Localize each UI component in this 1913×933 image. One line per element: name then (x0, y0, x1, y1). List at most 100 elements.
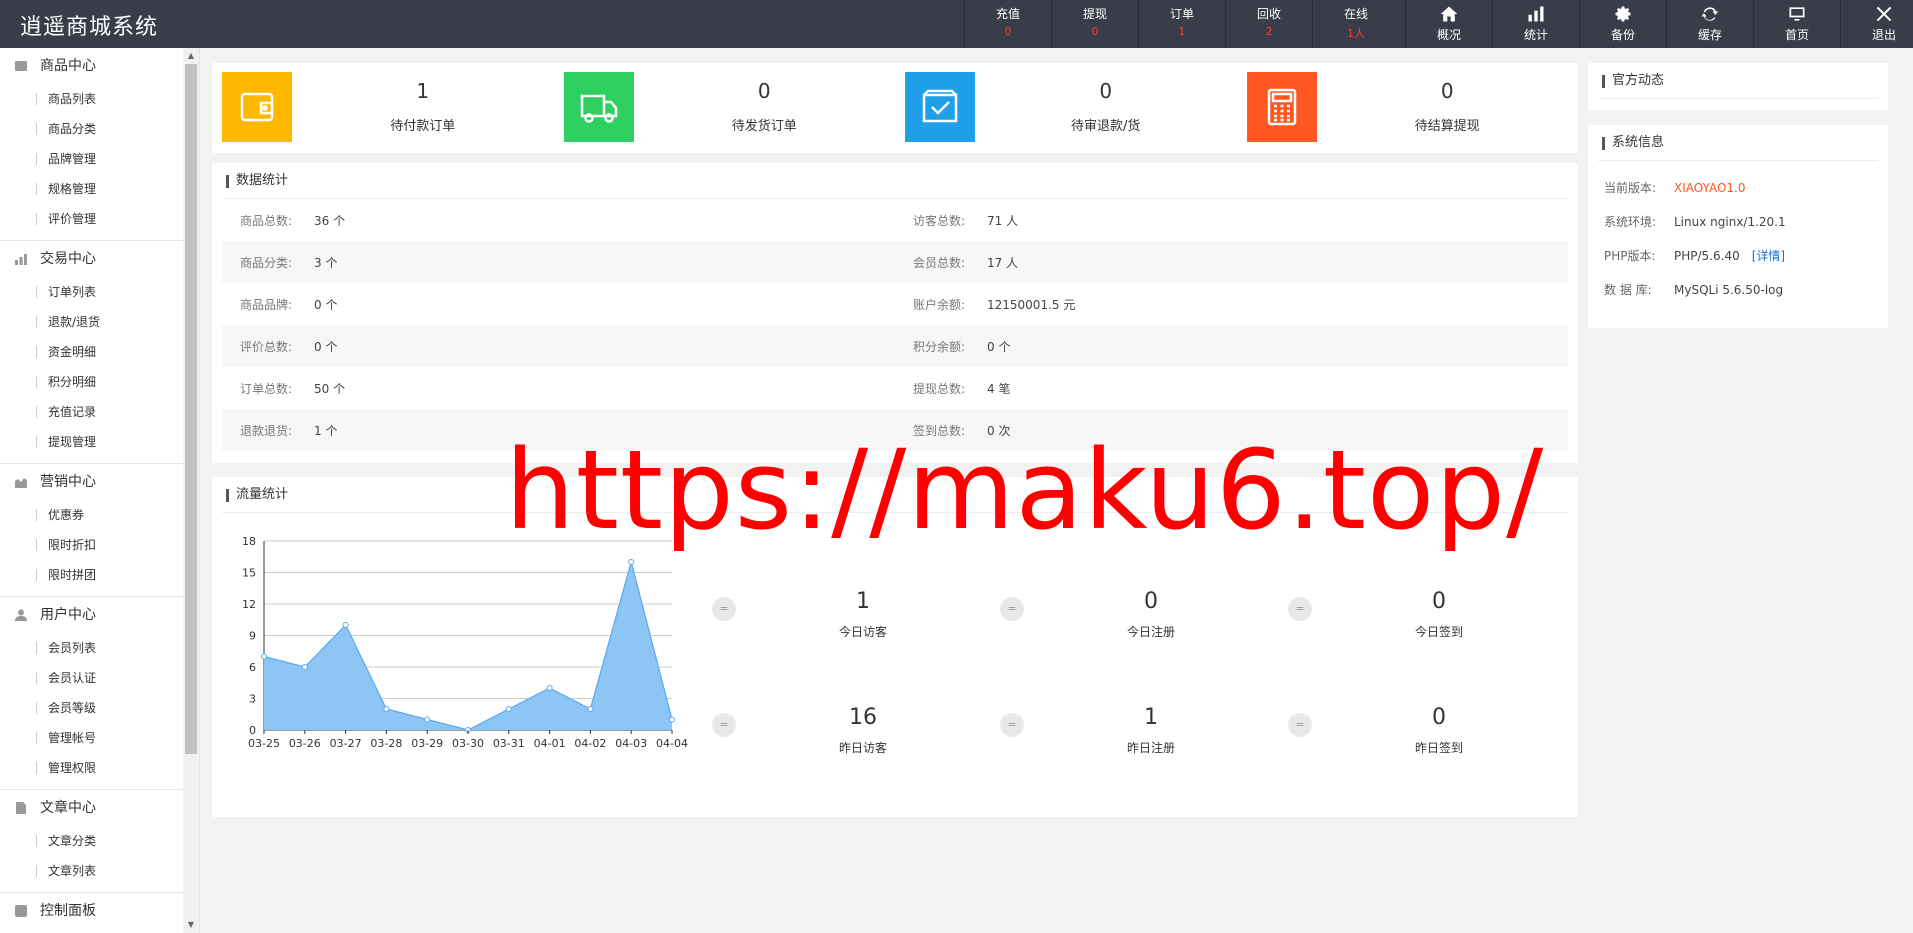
equals-icon: = (1000, 597, 1024, 621)
overview-button[interactable]: 概况 (1405, 0, 1492, 48)
marketing-chart-icon (14, 475, 28, 489)
sidebar-item-member-list[interactable]: 会员列表 (0, 633, 199, 663)
data-stats-title: 数据统计 (222, 163, 1568, 199)
info-value: PHP/5.6.40 (1674, 249, 1740, 263)
sidebar-item-coupon[interactable]: 优惠券 (0, 500, 199, 530)
stat-cell: 积分余额: 0 个 (895, 338, 1568, 355)
stat-val: 0 个 (314, 339, 338, 354)
sidebar-scrollbar[interactable]: ▲ ▼ (183, 48, 199, 933)
sidebar-item-withdraw[interactable]: 提现管理 (0, 427, 199, 457)
sidebar-item-spec[interactable]: 规格管理 (0, 174, 199, 204)
sidebar-item-brand[interactable]: 品牌管理 (0, 144, 199, 174)
stat-value: 0 (1004, 25, 1012, 38)
x-tick-label: 03-30 (452, 737, 484, 750)
nav-group-control: 控制面板 (0, 893, 199, 933)
php-details-link[interactable]: [详情] (1752, 239, 1785, 273)
cache-button[interactable]: 缓存 (1666, 0, 1753, 48)
stat-key: 商品品牌: (240, 297, 293, 312)
card-pending-payment[interactable]: 1 待付款订单 (212, 63, 554, 153)
metric-label: 今日注册 (1126, 625, 1175, 639)
data-row: 评价总数: 0 个 积分余额: 0 个 (222, 325, 1568, 367)
nav-title-trade[interactable]: 交易中心 (0, 241, 199, 277)
stat-val: 36 个 (314, 213, 346, 228)
scroll-down-arrow-icon[interactable]: ▼ (186, 920, 196, 930)
nav-title-marketing[interactable]: 营销中心 (0, 464, 199, 500)
homepage-button[interactable]: 首页 (1753, 0, 1840, 48)
sidebar-item-admin-account[interactable]: 管理帐号 (0, 723, 199, 753)
logout-button[interactable]: 退出 (1840, 0, 1913, 48)
sidebar-item-admin-permission[interactable]: 管理权限 (0, 753, 199, 783)
stat-cell: 会员总数: 17 人 (895, 254, 1568, 271)
backup-button[interactable]: 备份 (1579, 0, 1666, 48)
metric-value: 1 (1144, 705, 1158, 730)
equals-icon: = (1288, 713, 1312, 737)
info-key: 数 据 库: (1604, 283, 1652, 297)
app-title: 逍遥商城系统 (20, 15, 159, 40)
document-icon (14, 801, 28, 815)
summary-cards: 1 待付款订单 0 待发货订单 0 待审退款/货 0 待结算提现 (212, 63, 1578, 153)
sidebar-item-refund[interactable]: 退款/退货 (0, 307, 199, 337)
x-tick-label: 03-26 (289, 737, 321, 750)
data-point (628, 559, 635, 565)
info-row-db: 数 据 库: MySQLi 5.6.50-log (1588, 273, 1888, 307)
sidebar-item-goods-list[interactable]: 商品列表 (0, 84, 199, 114)
card-pending-shipment[interactable]: 0 待发货订单 (554, 63, 896, 153)
metric-label: 今日签到 (1414, 625, 1463, 639)
stat-cell: 账户余额: 12150001.5 元 (895, 296, 1568, 313)
nav-group-trade: 交易中心 订单列表 退款/退货 资金明细 积分明细 充值记录 提现管理 (0, 241, 199, 464)
nav-title-goods[interactable]: 商品中心 (0, 48, 199, 84)
sidebar-item-goods-category[interactable]: 商品分类 (0, 114, 199, 144)
metric-label: 昨日访客 (838, 741, 887, 755)
system-info-title: 系统信息 (1598, 125, 1878, 161)
info-row-version: 当前版本: XIAOYAO1.0 (1588, 171, 1888, 205)
statistics-button[interactable]: 统计 (1492, 0, 1579, 48)
logout-label: 退出 (1871, 28, 1896, 42)
card-pending-settlement[interactable]: 0 待结算提现 (1237, 63, 1579, 153)
data-stats-panel: 数据统计 商品总数: 36 个 访客总数: 71 人 商品分类: 3 个 会员总数: 1… (212, 163, 1578, 463)
data-point (505, 706, 512, 712)
system-info-rows: 当前版本: XIAOYAO1.0 系统环境: Linux nginx/1.20.1 … (1588, 161, 1888, 307)
nav-group-goods: 商品中心 商品列表 商品分类 品牌管理 规格管理 评价管理 (0, 48, 199, 241)
x-tick-label: 04-01 (534, 737, 566, 750)
card-pending-refund[interactable]: 0 待审退款/货 (895, 63, 1237, 153)
sidebar-item-member-level[interactable]: 会员等级 (0, 693, 199, 723)
metric-today-visitors: = 1 今日访客 (702, 567, 990, 647)
y-tick-label: 6 (249, 661, 256, 674)
sidebar-item-funds[interactable]: 资金明细 (0, 337, 199, 367)
x-tick-label: 03-29 (411, 737, 443, 750)
nav-group-marketing: 营销中心 优惠券 限时折扣 限时拼团 (0, 464, 199, 597)
scroll-thumb[interactable] (185, 64, 197, 754)
equals-icon: = (712, 597, 736, 621)
sidebar-item-member-verify[interactable]: 会员认证 (0, 663, 199, 693)
nav-title-label: 控制面板 (40, 903, 96, 919)
scroll-up-arrow-icon[interactable]: ▲ (186, 51, 196, 61)
nav-title-user[interactable]: 用户中心 (0, 597, 199, 633)
stat-label: 回收 (1256, 7, 1281, 21)
sidebar-item-points[interactable]: 积分明细 (0, 367, 199, 397)
stat-cell: 商品品牌: 0 个 (222, 296, 895, 313)
nav-title-label: 营销中心 (40, 474, 96, 490)
wallet-icon (222, 72, 292, 142)
nav-title-article[interactable]: 文章中心 (0, 790, 199, 826)
sidebar-item-recharge[interactable]: 充值记录 (0, 397, 199, 427)
stat-cell: 商品总数: 36 个 (222, 212, 895, 229)
sidebar-item-order-list[interactable]: 订单列表 (0, 277, 199, 307)
nav-title-control[interactable]: 控制面板 (0, 893, 199, 929)
stat-val: 4 笔 (987, 381, 1011, 396)
sidebar-item-article-category[interactable]: 文章分类 (0, 826, 199, 856)
metric-value: 0 (1432, 705, 1446, 730)
top-stats: 充值 0 提现 0 订单 1 回收 2 在线 1人 (964, 0, 1399, 48)
stat-value: 1人 (1347, 27, 1365, 40)
flow-metrics: = 1 今日访客 = 0 今日注册 = 0 今日签到 = 16 昨日访客 = 1… (692, 527, 1572, 807)
metric-value: 0 (1144, 589, 1158, 614)
bar-chart-icon (1528, 6, 1544, 22)
stat-val: 71 人 (987, 213, 1019, 228)
stat-label: 充值 (995, 7, 1020, 21)
sidebar-item-review[interactable]: 评价管理 (0, 204, 199, 234)
backup-label: 备份 (1610, 28, 1635, 42)
sidebar-item-group-buy[interactable]: 限时拼团 (0, 560, 199, 590)
sidebar-item-article-list[interactable]: 文章列表 (0, 856, 199, 886)
x-tick-label: 03-27 (330, 737, 362, 750)
sidebar-item-discount[interactable]: 限时折扣 (0, 530, 199, 560)
data-point (587, 706, 594, 712)
